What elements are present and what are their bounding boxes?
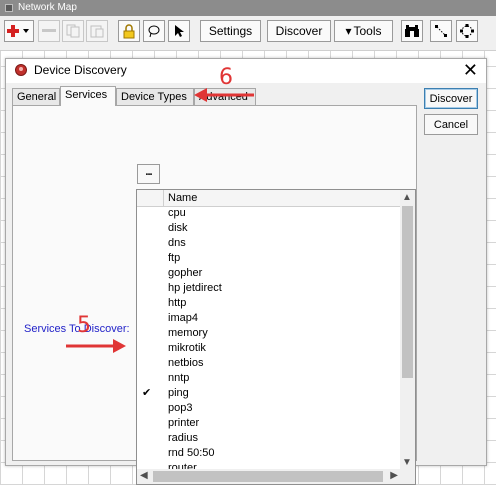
tab-services[interactable]: Services [60, 86, 116, 106]
horizontal-scroll-thumb[interactable] [153, 471, 383, 482]
scroll-right-icon[interactable]: ▶ [390, 470, 398, 481]
annotation-number-5: 5 [77, 313, 91, 338]
annotation-overlay [66, 88, 254, 353]
annotation-number-6: 6 [219, 65, 233, 90]
horizontal-scrollbar[interactable]: ◀ ▶ [137, 469, 401, 484]
scroll-left-icon[interactable]: ◀ [140, 470, 148, 481]
arrow-annotation-6 [194, 88, 254, 102]
arrow-annotation-5 [66, 339, 126, 353]
scroll-corner [400, 469, 415, 484]
